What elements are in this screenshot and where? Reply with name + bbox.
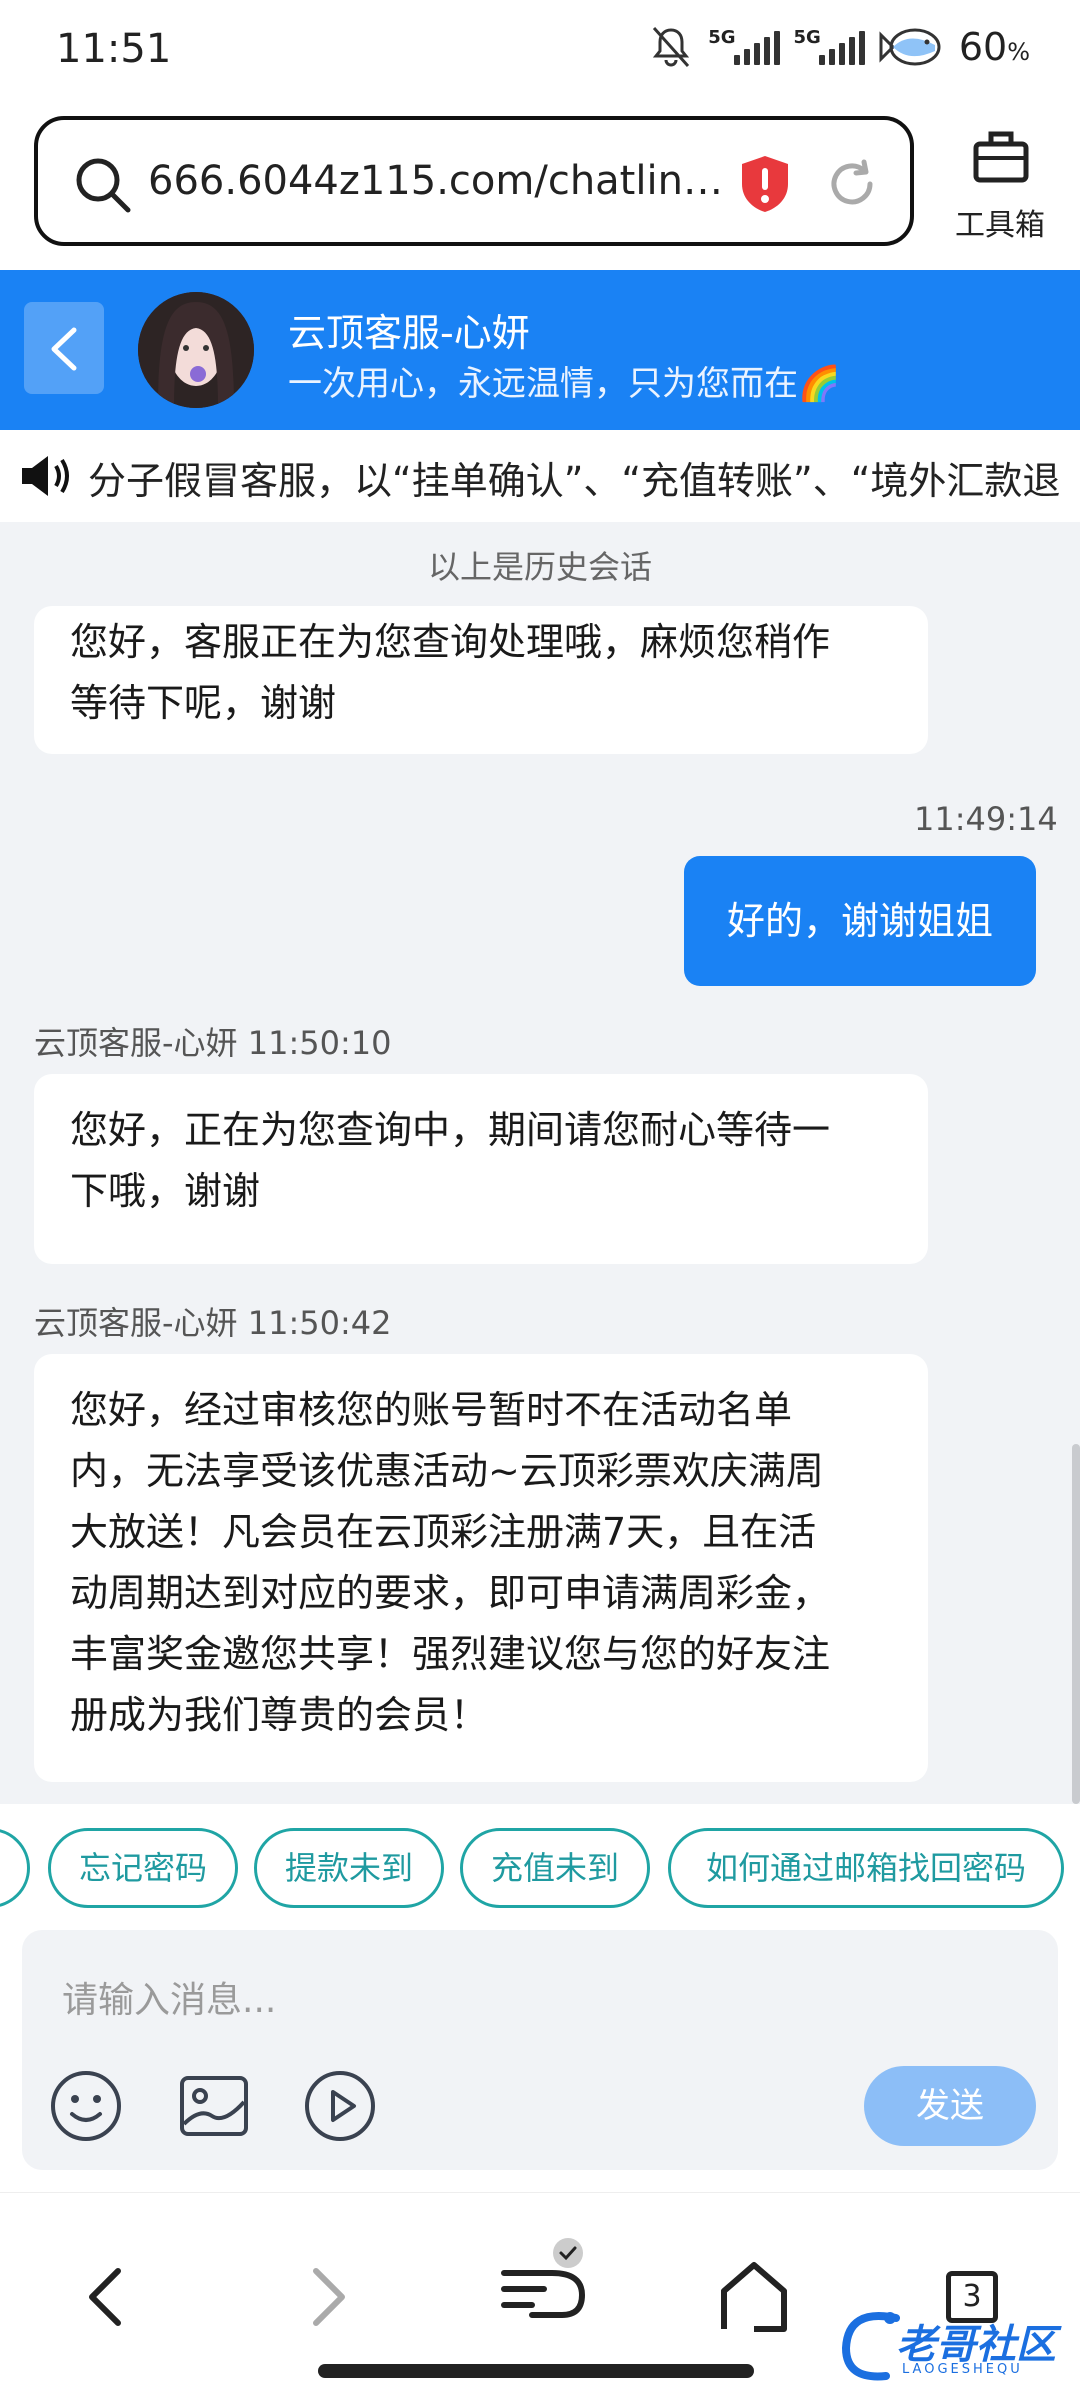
message-bubble-agent: 您好，客服正在为您查询处理哦，麻烦您稍作 等待下呢，谢谢 (34, 606, 928, 754)
quick-reply-chip-partial[interactable] (0, 1828, 30, 1908)
send-button[interactable]: 发送 (864, 2066, 1036, 2146)
message-bubble-agent: 您好，经过审核您的账号暂时不在活动名单 内，无法享受该优惠活动~云顶彩票欢庆满周… (34, 1354, 928, 1782)
watermark-logo: 老哥社区 LAOGESHEQU (838, 2300, 1074, 2390)
toolbox-button[interactable]: 工具箱 (930, 122, 1070, 243)
watermark-subtitle: LAOGESHEQU (902, 2362, 1023, 2377)
status-time: 11:51 (56, 26, 172, 72)
quick-reply-deposit-missing[interactable]: 充值未到 (460, 1828, 650, 1908)
status-icons: 5G 5G 60% (648, 24, 1030, 70)
status-bar: 11:51 5G 5G 60% (0, 0, 1080, 105)
toolbox-label: 工具箱 (955, 208, 1045, 243)
megaphone-icon (22, 456, 69, 496)
video-play-icon[interactable] (302, 2068, 378, 2144)
dragon-logo-icon (841, 2312, 900, 2381)
agent-slogan: 一次用心，永远温情，只为您而在🌈 (288, 364, 841, 404)
url-text[interactable]: 666.6044z115.com/chatlin… (148, 158, 728, 204)
back-button[interactable] (24, 302, 104, 394)
agent-name: 云顶客服-心妍 (288, 311, 530, 355)
security-shield-icon[interactable] (738, 154, 792, 214)
notice-text: 分子假冒客服，以“挂单确认”、“充值转账”、“境外汇款退 (88, 459, 1061, 503)
chat-messages[interactable]: 以上是历史会话 您好，客服正在为您查询处理哦，麻烦您稍作 等待下呢，谢谢 11:… (0, 522, 1080, 1804)
chat-header: 云顶客服-心妍 一次用心，永远温情，只为您而在🌈 (0, 270, 1080, 430)
quick-reply-email-recovery[interactable]: 如何通过邮箱找回密码 (668, 1828, 1064, 1908)
battery-fish-icon (879, 28, 941, 66)
composer: 发送 (22, 1930, 1058, 2170)
mute-bell-icon (653, 26, 690, 68)
nav-home-icon[interactable] (706, 2249, 802, 2345)
message-meta: 云顶客服-心妍 11:50:42 (34, 1304, 392, 1342)
message-meta: 云顶客服-心妍 11:50:10 (34, 1024, 392, 1062)
message-time: 11:49:14 (914, 800, 1058, 838)
nav-forward-icon[interactable] (280, 2249, 376, 2345)
chevron-left-icon (51, 327, 77, 371)
reload-icon[interactable] (824, 156, 880, 212)
search-icon (76, 158, 131, 213)
agent-avatar (138, 292, 254, 408)
nav-menu-icon[interactable] (492, 2233, 602, 2343)
battery-level: 60% (958, 25, 1030, 69)
toolbox-icon (973, 131, 1029, 183)
nav-back-icon[interactable] (58, 2249, 154, 2345)
quick-replies[interactable]: 忘记密码 提款未到 充值未到 如何通过邮箱找回密码 (0, 1804, 1080, 1924)
message-input[interactable] (62, 1970, 762, 2030)
notice-banner: 分子假冒客服，以“挂单确认”、“充值转账”、“境外汇款退 (0, 430, 1080, 522)
message-bubble-agent: 您好，正在为您查询中，期间请您耐心等待一 下哦，谢谢 (34, 1074, 928, 1264)
signal-1-icon: 5G (708, 29, 780, 65)
signal-2-icon: 5G (794, 29, 865, 65)
emoji-icon[interactable] (48, 2068, 124, 2144)
message-bubble-user: 好的，谢谢姐姐 (684, 856, 1036, 986)
image-icon[interactable] (176, 2068, 252, 2144)
chat-scrollbar[interactable] (1072, 1444, 1080, 1804)
history-divider: 以上是历史会话 (427, 548, 652, 586)
quick-reply-forgot-password[interactable]: 忘记密码 (48, 1828, 238, 1908)
address-bar[interactable]: 666.6044z115.com/chatlin… (34, 116, 914, 246)
gesture-home-bar[interactable] (318, 2364, 754, 2378)
quick-reply-withdrawal-missing[interactable]: 提款未到 (254, 1828, 444, 1908)
